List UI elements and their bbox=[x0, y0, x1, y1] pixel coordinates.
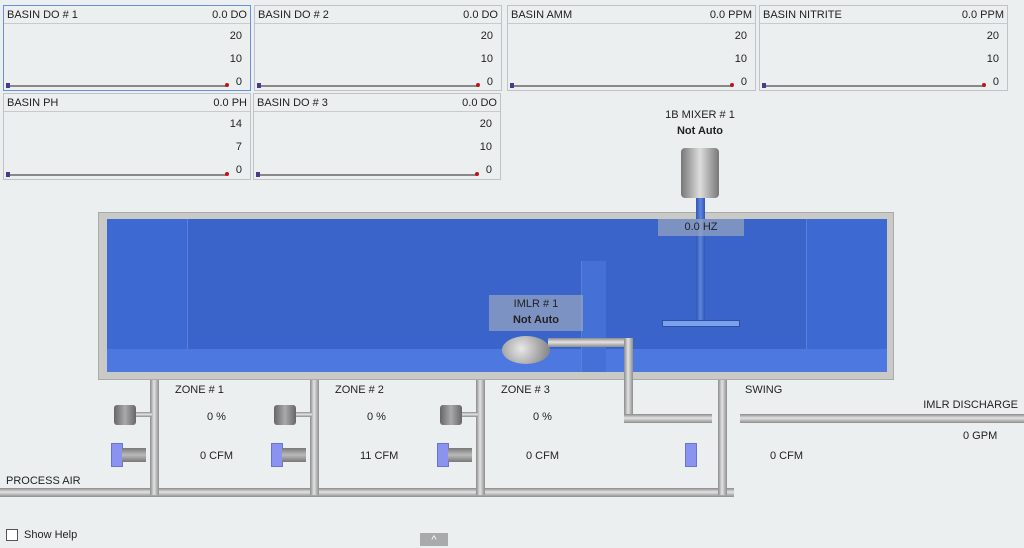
imlr-discharge-pipe bbox=[740, 414, 1024, 423]
discharge-name: IMLR DISCHARGE bbox=[923, 399, 1018, 411]
panel-value: 0.0 PPM bbox=[709, 8, 752, 21]
panel-value: 0.0 DO bbox=[463, 8, 498, 21]
panel-value: 0.0 PH bbox=[213, 96, 247, 109]
y-tick: 7 bbox=[235, 141, 242, 153]
zone-damper-pct: 0 % bbox=[367, 411, 386, 423]
swing-name: SWING bbox=[745, 384, 783, 396]
mixer-motor-icon[interactable] bbox=[681, 148, 719, 198]
y-tick: 0 bbox=[992, 76, 999, 88]
damper-actuator-icon[interactable] bbox=[274, 405, 296, 425]
y-tick: 20 bbox=[986, 30, 999, 42]
time-axis bbox=[6, 172, 229, 177]
trend-panel[interactable]: BASIN NITRITE 0.0 PPM 20 10 0 bbox=[759, 5, 1008, 91]
imlr-status: Not Auto bbox=[512, 314, 560, 326]
panel-title: BASIN NITRITE bbox=[763, 8, 842, 21]
y-tick: 0 bbox=[485, 164, 492, 176]
discharge-flow: 0 GPM bbox=[963, 430, 998, 442]
y-tick: 20 bbox=[229, 30, 242, 42]
y-tick: 0 bbox=[486, 76, 493, 88]
process-air-header bbox=[0, 488, 734, 497]
time-axis bbox=[257, 83, 480, 88]
zone-name: ZONE # 2 bbox=[335, 384, 384, 396]
swing-flow: 0 CFM bbox=[770, 450, 803, 462]
panel-value: 0.0 DO bbox=[462, 96, 497, 109]
panel-title: BASIN DO # 1 bbox=[7, 8, 78, 21]
imlr-label[interactable]: IMLR # 1 Not Auto bbox=[489, 295, 583, 331]
imlr-pump-icon[interactable] bbox=[502, 336, 550, 364]
time-axis bbox=[762, 83, 986, 88]
mixer-title: 1B MIXER # 1 bbox=[665, 109, 735, 121]
process-air-label: PROCESS AIR bbox=[6, 475, 81, 487]
mixer-speed: 0.0 HZ bbox=[658, 219, 744, 236]
zone-damper-pct: 0 % bbox=[207, 411, 226, 423]
panel-header: BASIN DO # 1 0.0 DO bbox=[4, 6, 250, 24]
checkbox-box[interactable] bbox=[6, 529, 18, 541]
swing-valve-icon[interactable] bbox=[685, 443, 697, 467]
panel-header: BASIN PH 0.0 PH bbox=[4, 94, 250, 112]
y-tick: 20 bbox=[479, 118, 492, 130]
panel-title: BASIN AMM bbox=[511, 8, 573, 21]
damper-actuator-icon[interactable] bbox=[440, 405, 462, 425]
mixer-status: Not Auto bbox=[676, 125, 724, 137]
y-tick: 10 bbox=[480, 53, 493, 65]
y-tick: 0 bbox=[235, 76, 242, 88]
y-tick: 10 bbox=[229, 53, 242, 65]
zone-flow: 0 CFM bbox=[200, 450, 233, 462]
zone-flow: 11 CFM bbox=[360, 450, 399, 462]
y-tick: 10 bbox=[479, 141, 492, 153]
time-axis bbox=[6, 83, 229, 88]
panel-title: BASIN DO # 2 bbox=[258, 8, 329, 21]
panel-title: BASIN DO # 3 bbox=[257, 96, 328, 109]
y-tick: 0 bbox=[235, 164, 242, 176]
mixer-impeller-icon bbox=[662, 320, 740, 327]
y-tick: 20 bbox=[734, 30, 747, 42]
show-help-label: Show Help bbox=[24, 529, 78, 541]
panel-value: 0.0 DO bbox=[212, 8, 247, 21]
trend-panel[interactable]: BASIN DO # 3 0.0 DO 20 10 0 bbox=[253, 93, 501, 180]
zone-damper-pct: 0 % bbox=[533, 411, 552, 423]
panel-header: BASIN NITRITE 0.0 PPM bbox=[760, 6, 1007, 24]
y-tick: 0 bbox=[740, 76, 747, 88]
panel-header: BASIN AMM 0.0 PPM bbox=[508, 6, 755, 24]
y-tick: 20 bbox=[480, 30, 493, 42]
y-tick: 10 bbox=[734, 53, 747, 65]
damper-actuator-icon[interactable] bbox=[114, 405, 136, 425]
y-tick: 10 bbox=[986, 53, 999, 65]
zone-flow: 0 CFM bbox=[526, 450, 559, 462]
zone-name: ZONE # 3 bbox=[501, 384, 550, 396]
trend-panel[interactable]: BASIN PH 0.0 PH 14 7 0 bbox=[3, 93, 251, 180]
show-help-checkbox[interactable]: Show Help bbox=[6, 529, 77, 541]
time-axis bbox=[510, 83, 734, 88]
panel-title: BASIN PH bbox=[7, 96, 59, 109]
panel-header: BASIN DO # 2 0.0 DO bbox=[255, 6, 501, 24]
zone-name: ZONE # 1 bbox=[175, 384, 224, 396]
trend-panel[interactable]: BASIN AMM 0.0 PPM 20 10 0 bbox=[507, 5, 756, 91]
trend-panel[interactable]: BASIN DO # 1 0.0 DO 20 10 0 bbox=[3, 5, 251, 91]
time-axis bbox=[256, 172, 479, 177]
panel-value: 0.0 PPM bbox=[961, 8, 1004, 21]
panel-header: BASIN DO # 3 0.0 DO bbox=[254, 94, 500, 112]
collapse-button[interactable]: ^ bbox=[420, 533, 448, 546]
imlr-title: IMLR # 1 bbox=[513, 298, 559, 310]
trend-panel[interactable]: BASIN DO # 2 0.0 DO 20 10 0 bbox=[254, 5, 502, 91]
y-tick: 14 bbox=[229, 118, 242, 130]
